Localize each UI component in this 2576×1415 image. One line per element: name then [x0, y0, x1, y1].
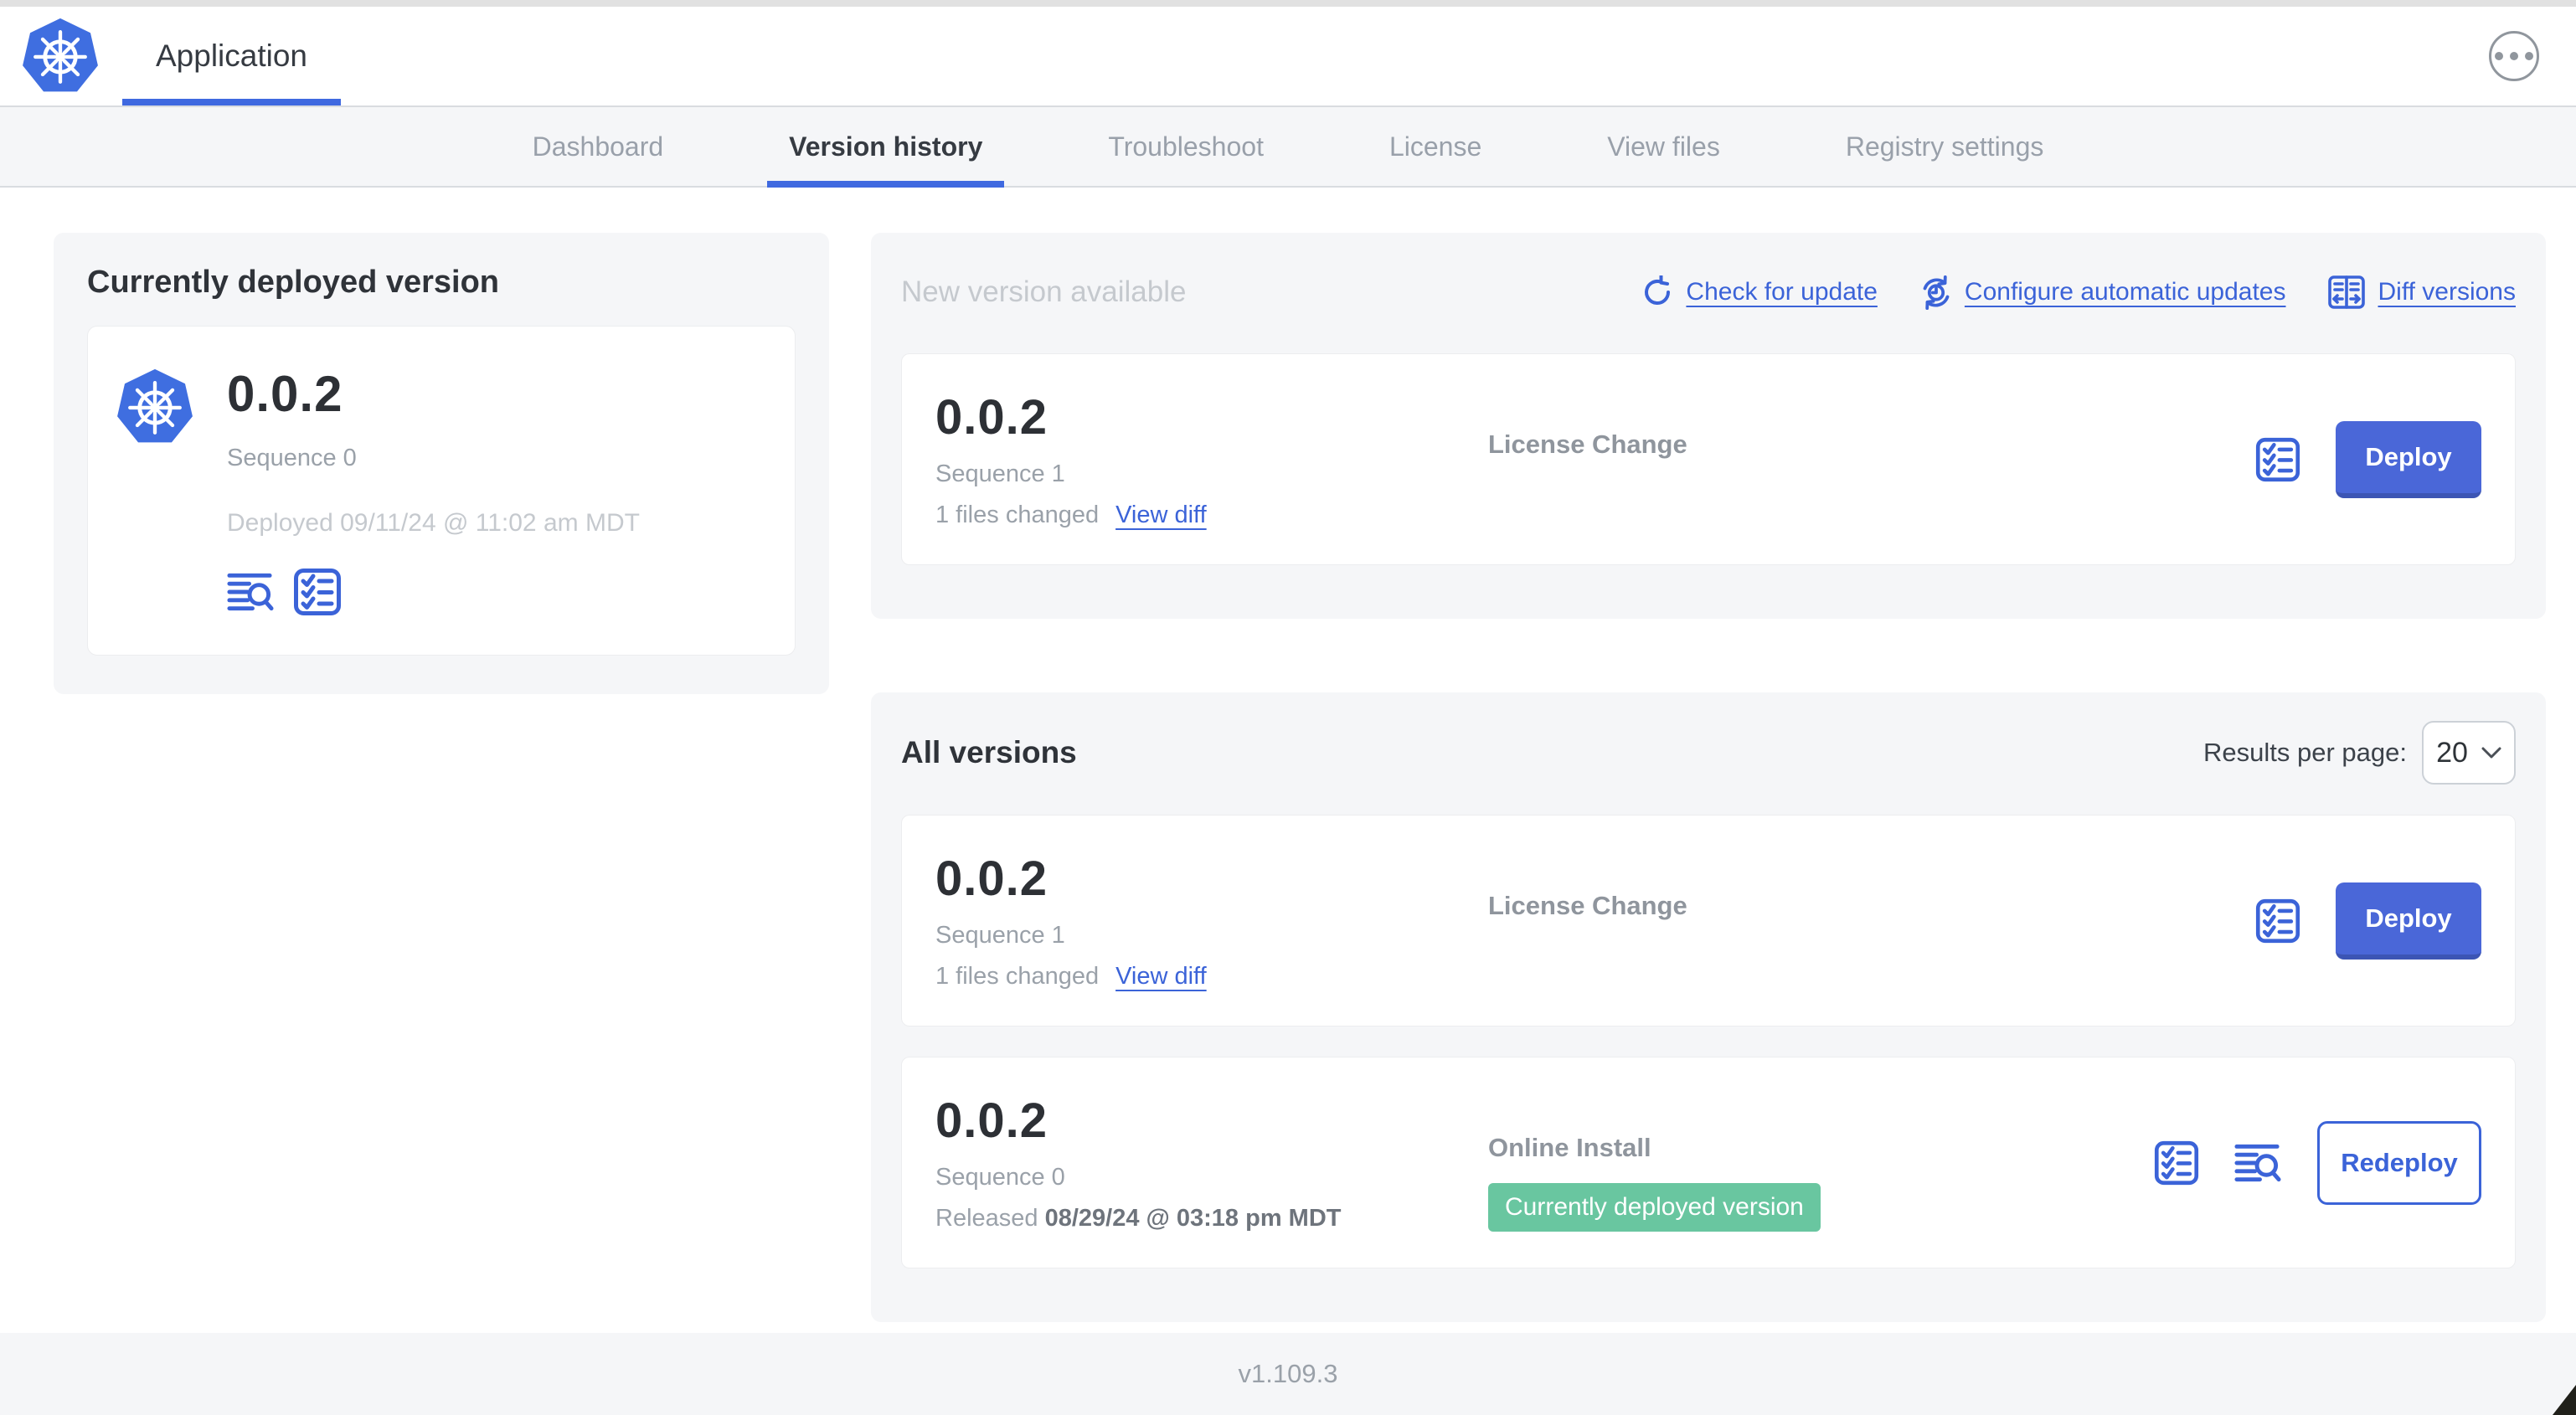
version-row: 0.0.2 Sequence 0 Released 08/29/24 @ 03:… [901, 1057, 2516, 1268]
currently-deployed-panel: Currently deployed version 0.0.2 Sequenc… [54, 233, 829, 694]
view-diff-link[interactable]: View diff [1115, 963, 1207, 990]
schedule-update-icon [1923, 275, 1950, 310]
tab-troubleshoot[interactable]: Troubleshoot [1108, 107, 1264, 186]
app-tab-label: Application [156, 39, 308, 73]
active-app-tab-underline [122, 99, 342, 105]
new-version-title: New version available [901, 275, 1187, 308]
chevron-down-icon [2481, 747, 2501, 758]
currently-deployed-title: Currently deployed version [87, 265, 500, 300]
version-source-label: License Change [1488, 430, 1687, 459]
current-sequence: Sequence 0 [227, 445, 357, 471]
version-number: 0.0.2 [935, 390, 1048, 445]
version-source-label: License Change [1488, 891, 1687, 920]
current-deployed-timestamp: Deployed 09/11/24 @ 11:02 am MDT [227, 509, 640, 537]
mouse-cursor-fragment [2553, 1385, 2576, 1415]
version-sequence: Sequence 1 [935, 461, 1065, 487]
deploy-button[interactable]: Deploy [2336, 882, 2481, 960]
right-column: New version available Check for update C… [871, 233, 2546, 1322]
preflight-checklist-icon[interactable] [293, 568, 342, 616]
all-versions-title: All versions [901, 735, 1077, 769]
redeploy-button[interactable]: Redeploy [2317, 1120, 2481, 1205]
all-versions-panel: All versions Results per page: 20 0.0.2 … [871, 692, 2546, 1322]
tab-license[interactable]: License [1389, 107, 1481, 186]
tab-dashboard[interactable]: Dashboard [533, 107, 664, 186]
refresh-icon [1645, 275, 1671, 305]
version-number: 0.0.2 [935, 852, 1048, 906]
currently-deployed-card: 0.0.2 Sequence 0 Deployed 09/11/24 @ 11:… [87, 326, 796, 656]
deploy-button[interactable]: Deploy [2336, 420, 2481, 498]
more-options-button[interactable] [2489, 31, 2539, 81]
version-source-label: Online Install [1488, 1133, 1651, 1162]
diff-icon [2328, 275, 2366, 309]
configure-automatic-updates-link[interactable]: Configure automatic updates [1919, 275, 2285, 310]
tab-view-files[interactable]: View files [1607, 107, 1720, 186]
kubernetes-logo-icon [20, 16, 100, 96]
app-header: Application [0, 7, 2576, 105]
app-subnav: Dashboard Version history Troubleshoot L… [0, 105, 2576, 188]
main-content: Currently deployed version 0.0.2 Sequenc… [0, 188, 2576, 1322]
app-tab-application[interactable]: Application [122, 7, 342, 105]
preflight-checklist-icon[interactable] [2255, 898, 2300, 944]
active-tab-underline [767, 181, 1005, 188]
tab-registry-settings[interactable]: Registry settings [1846, 107, 2044, 186]
files-changed-label: 1 files changed [935, 963, 1100, 990]
app-icon [115, 367, 195, 447]
deploy-logs-icon[interactable] [2234, 1141, 2282, 1185]
version-number: 0.0.2 [935, 1093, 1048, 1148]
tab-version-history[interactable]: Version history [767, 107, 1005, 188]
preflight-checklist-icon[interactable] [2154, 1140, 2199, 1186]
app-footer: v1.109.3 [0, 1333, 2576, 1415]
results-per-page-select[interactable]: 20 [2422, 721, 2516, 785]
diff-versions-link[interactable]: Diff versions [2327, 273, 2516, 311]
results-per-page-label: Results per page: [2203, 738, 2407, 767]
version-sequence: Sequence 0 [935, 1164, 1065, 1191]
window-top-strip [0, 0, 2576, 7]
new-version-panel: New version available Check for update C… [871, 233, 2546, 619]
preflight-checklist-icon[interactable] [2255, 437, 2300, 482]
console-version: v1.109.3 [1238, 1359, 1338, 1388]
version-sequence: Sequence 1 [935, 922, 1065, 949]
currently-deployed-badge: Currently deployed version [1488, 1183, 1821, 1232]
released-timestamp: Released 08/29/24 @ 03:18 pm MDT [935, 1205, 1342, 1232]
deploy-logs-icon[interactable] [227, 570, 275, 614]
version-row: 0.0.2 Sequence 1 1 files changed View di… [901, 815, 2516, 1027]
check-for-update-link[interactable]: Check for update [1641, 275, 1878, 309]
ellipsis-icon [2495, 52, 2533, 60]
current-version-number: 0.0.2 [227, 366, 343, 422]
files-changed-label: 1 files changed [935, 502, 1100, 528]
new-version-row: 0.0.2 Sequence 1 1 files changed View di… [901, 353, 2516, 565]
view-diff-link[interactable]: View diff [1115, 502, 1207, 529]
